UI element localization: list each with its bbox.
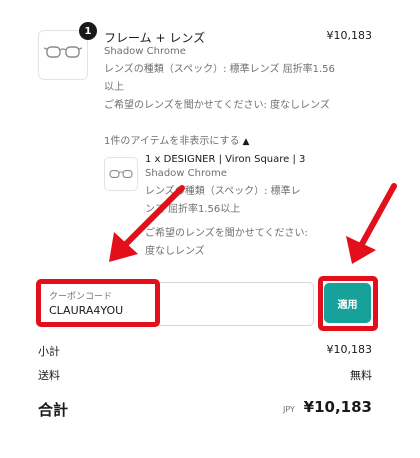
item-property-lens-request: ご希望のレンズを聞かせてください: 度なしレンズ xyxy=(104,100,330,111)
sub-item-variant: Shadow Chrome xyxy=(145,168,227,179)
total-value: ¥10,183 xyxy=(303,398,372,416)
checkout-order-summary: 1 フレーム + レンズ ¥10,183 Shadow Chrome レンズの種… xyxy=(0,0,420,458)
sub-item-property-lens-type: レンズの種類（スペック）: 標準レンズ 屈折率1.56以上 xyxy=(145,186,301,215)
sub-item-property-lens-request: ご希望のレンズを聞かせてください: 度なしレンズ xyxy=(145,228,308,257)
product-thumbnail xyxy=(38,30,88,80)
shipping-label: 送料 xyxy=(38,369,60,382)
item-property-lens-type: レンズの種類（スペック）: 標準レンズ 屈折率1.56以上 xyxy=(104,64,335,93)
total-label: 合計 xyxy=(38,401,69,419)
coupon-label: クーポンコード xyxy=(49,292,113,302)
hide-items-toggle[interactable]: 1件のアイテムを非表示にする ▲ xyxy=(104,133,249,151)
sub-item-thumbnail xyxy=(104,157,138,191)
item-variant: Shadow Chrome xyxy=(104,46,186,57)
glasses-icon xyxy=(44,46,82,58)
arrow-to-apply-button xyxy=(346,183,397,264)
hide-items-label: 1件のアイテムを非表示にする xyxy=(104,136,240,147)
chevron-up-icon: ▲ xyxy=(242,137,250,147)
coupon-field[interactable]: クーポンコード xyxy=(38,282,314,326)
coupon-input[interactable] xyxy=(49,304,299,317)
subtotal-value: ¥10,183 xyxy=(326,343,373,356)
quantity-badge: 1 xyxy=(79,22,97,40)
subtotal-label: 小計 xyxy=(38,345,60,358)
apply-coupon-button[interactable]: 適用 xyxy=(324,283,371,323)
total-currency: JPY xyxy=(283,405,295,414)
item-price: ¥10,183 xyxy=(326,29,373,42)
glasses-icon xyxy=(109,170,133,178)
shipping-value: 無料 xyxy=(350,369,372,382)
